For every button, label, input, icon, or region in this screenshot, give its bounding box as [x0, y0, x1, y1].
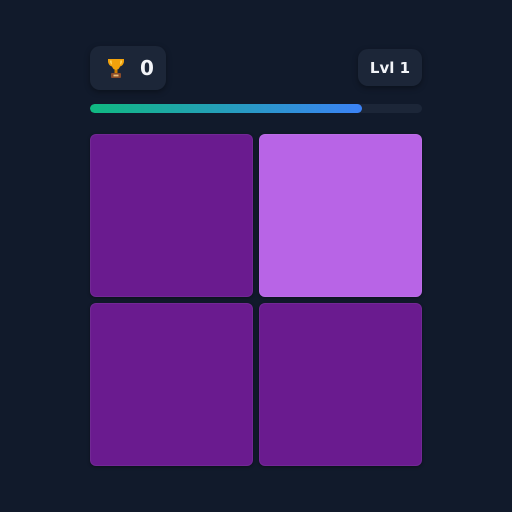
- color-tile[interactable]: [259, 303, 422, 466]
- hud-bar: 0 Lvl 1: [90, 46, 422, 90]
- color-tile[interactable]: [90, 303, 253, 466]
- score-badge: 0: [90, 46, 166, 90]
- level-badge: Lvl 1: [358, 49, 422, 86]
- color-tile-grid: [90, 134, 422, 467]
- progress-bar: [90, 104, 422, 113]
- color-tile[interactable]: [259, 134, 422, 297]
- color-tile[interactable]: [90, 134, 253, 297]
- score-value: 0: [140, 56, 154, 80]
- progress-fill: [90, 104, 363, 113]
- trophy-icon: [108, 59, 124, 78]
